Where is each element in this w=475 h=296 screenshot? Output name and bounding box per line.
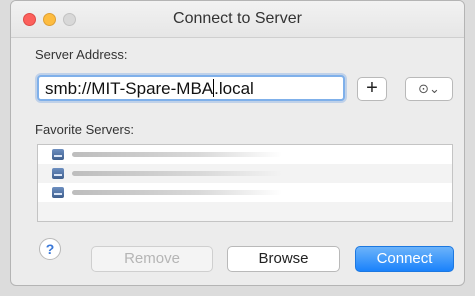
favorite-server-empty-row bbox=[38, 202, 452, 221]
favorite-server-name-blurred bbox=[72, 152, 282, 157]
browse-button[interactable]: Browse bbox=[227, 246, 340, 272]
server-drive-icon bbox=[52, 187, 64, 198]
favorite-servers-list[interactable] bbox=[37, 144, 453, 222]
server-address-text-before-cursor: smb://MIT-Spare-MBA bbox=[45, 79, 214, 98]
server-address-text-after-cursor: .local bbox=[214, 79, 254, 98]
server-address-input[interactable]: smb://MIT-Spare-MBA.local bbox=[37, 75, 345, 101]
favorite-servers-label: Favorite Servers: bbox=[35, 122, 134, 137]
add-favorite-button[interactable]: + bbox=[357, 77, 387, 101]
favorite-server-name-blurred bbox=[72, 171, 282, 176]
window-title: Connect to Server bbox=[173, 10, 302, 27]
titlebar: Connect to Server bbox=[11, 1, 464, 38]
recent-servers-button[interactable]: ⊙⌄ bbox=[405, 77, 453, 101]
favorite-server-name-blurred bbox=[72, 190, 282, 195]
favorite-server-row[interactable] bbox=[38, 183, 452, 202]
favorite-server-row[interactable] bbox=[38, 164, 452, 183]
remove-button[interactable]: Remove bbox=[91, 246, 213, 272]
connect-to-server-window: Connect to Server Server Address: smb://… bbox=[10, 0, 465, 286]
help-button[interactable]: ? bbox=[39, 238, 61, 260]
favorite-server-row[interactable] bbox=[38, 145, 452, 164]
connect-button[interactable]: Connect bbox=[355, 246, 454, 272]
server-address-label: Server Address: bbox=[35, 47, 128, 62]
server-drive-icon bbox=[52, 149, 64, 160]
server-drive-icon bbox=[52, 168, 64, 179]
